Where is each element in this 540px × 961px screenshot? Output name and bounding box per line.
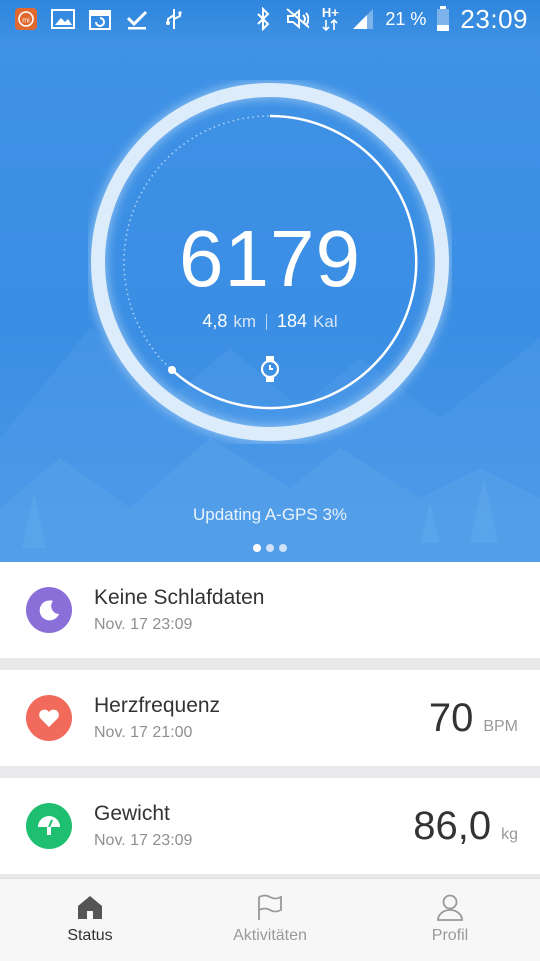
gps-update-status: Updating A-GPS 3% (192, 505, 348, 524)
scale-icon (26, 803, 72, 849)
calories-value: 184 (277, 311, 308, 331)
heart-rate-title: Herzfrequenz (94, 694, 221, 717)
nav-activities-label: Aktivitäten (233, 927, 307, 944)
step-count: 6179 (179, 214, 361, 303)
weight-title: Gewicht (94, 802, 170, 825)
distance-unit: km (233, 312, 257, 331)
watch-icon[interactable] (258, 356, 282, 382)
nav-profile[interactable]: Profil (360, 879, 540, 961)
bottom-navigation: Status Aktivitäten Profil (0, 878, 540, 961)
heart-rate-date: Nov. 17 21:00 (94, 724, 193, 741)
sleep-card[interactable]: z Keine Schlafdaten Nov. 17 23:09 (0, 562, 540, 658)
mobile-data-icon: H+ (319, 6, 341, 31)
steps-hero: 6179 4,8 km 184 Kal Updating A-GPS 3% (0, 38, 540, 562)
stats-divider (266, 313, 268, 330)
home-icon (78, 896, 102, 919)
distance-calories: 4,8 km 184 Kal (0, 311, 540, 332)
sleep-date: Nov. 17 23:09 (94, 616, 193, 633)
status-bar: mi H+ 21 % 23:09 (0, 0, 540, 38)
sleep-moon-icon: z (26, 587, 72, 633)
signal-icon (351, 7, 375, 31)
gallery-icon (51, 7, 75, 31)
weight-card[interactable]: Gewicht Nov. 17 23:09 86,0 kg (0, 778, 540, 874)
heart-rate-unit: BPM (483, 717, 518, 735)
page-dot-2[interactable] (266, 544, 274, 552)
weight-unit: kg (501, 825, 518, 843)
profile-icon (437, 894, 463, 921)
mute-icon (285, 7, 310, 31)
nav-status-label: Status (67, 927, 113, 944)
battery-percent: 21 % (385, 8, 427, 29)
nav-status[interactable]: Status (0, 879, 180, 961)
heart-icon (26, 695, 72, 741)
weight-date: Nov. 17 23:09 (94, 832, 193, 849)
distance-value: 4,8 (202, 311, 228, 331)
clock: 23:09 (460, 3, 528, 34)
nav-profile-label: Profil (431, 927, 469, 944)
nav-activities[interactable]: Aktivitäten (180, 879, 360, 961)
sleep-title: Keine Schlafdaten (94, 586, 265, 609)
page-indicator (0, 544, 540, 552)
usb-icon (162, 7, 186, 31)
calories-unit: Kal (313, 312, 338, 331)
weight-value: 86,0 (413, 803, 492, 848)
bluetooth-icon (251, 7, 275, 31)
flag-icon (258, 894, 282, 920)
download-done-icon (125, 7, 149, 31)
calendar-icon (88, 7, 112, 31)
battery-icon (436, 6, 450, 31)
heart-rate-value: 70 (428, 695, 474, 740)
heart-rate-card[interactable]: Herzfrequenz Nov. 17 21:00 70 BPM (0, 670, 540, 766)
svg-text:mi: mi (22, 18, 30, 25)
page-dot-3[interactable] (279, 544, 287, 552)
page-dot-1[interactable] (253, 544, 261, 552)
mi-icon: mi (14, 7, 38, 31)
svg-text:z: z (53, 603, 57, 612)
